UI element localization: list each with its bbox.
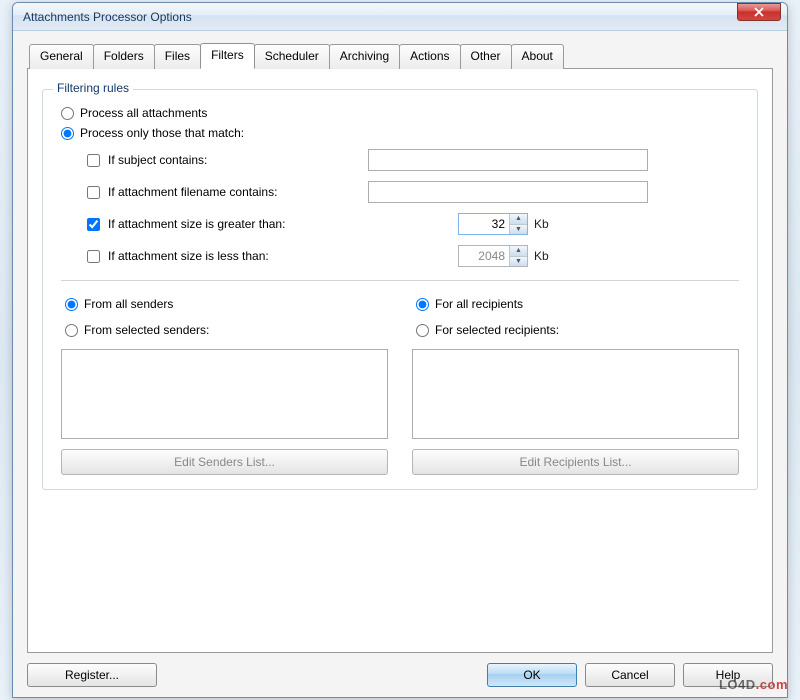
ok-button[interactable]: OK [487,663,577,687]
edit-recipients-button[interactable]: Edit Recipients List... [412,449,739,475]
divider [61,280,739,281]
titlebar[interactable]: Attachments Processor Options [13,3,787,31]
radio-all-recipients[interactable] [416,298,429,311]
tab-scheduler[interactable]: Scheduler [254,44,330,69]
radio-selected-senders-row: From selected senders: [65,323,388,337]
checkbox-size-lt-label: If attachment size is less than: [108,249,368,263]
checkbox-size-gt-label: If attachment size is greater than: [108,217,368,231]
size-gt-spinner-btns: ▲ ▼ [509,214,527,234]
radio-selected-recipients[interactable] [416,324,429,337]
watermark: LO4D.com [719,677,788,692]
cancel-button[interactable]: Cancel [585,663,675,687]
size-lt-input[interactable] [459,246,509,266]
radio-selected-senders[interactable] [65,324,78,337]
checkbox-filename[interactable] [87,186,100,199]
size-gt-input[interactable] [459,214,509,234]
radio-selected-recipients-row: For selected recipients: [416,323,739,337]
radio-selected-senders-label: From selected senders: [84,323,209,337]
radio-process-match-label: Process only those that match: [80,126,244,140]
checkbox-size-lt[interactable] [87,250,100,263]
radio-process-match[interactable] [61,127,74,140]
close-button[interactable] [737,3,781,21]
subject-input[interactable] [368,149,648,171]
tab-about[interactable]: About [511,44,564,69]
checkbox-filename-label: If attachment filename contains: [108,185,368,199]
filtering-rules-group: Filtering rules Process all attachments … [42,89,758,490]
size-lt-unit: Kb [534,249,549,263]
size-gt-spinner-wrap: ▲ ▼ Kb [458,213,549,235]
watermark-b: .com [756,677,788,692]
size-gt-down[interactable]: ▼ [510,225,527,235]
radio-selected-recipients-label: For selected recipients: [435,323,559,337]
watermark-a: LO4D [719,677,756,692]
subject-row: If subject contains: [87,148,743,172]
dialog-content: General Folders Files Filters Scheduler … [13,31,787,697]
tab-strip: General Folders Files Filters Scheduler … [29,43,773,68]
radio-all-senders-row: From all senders [65,297,388,311]
tab-filters[interactable]: Filters [200,43,255,69]
edit-senders-button[interactable]: Edit Senders List... [61,449,388,475]
dialog-window: Attachments Processor Options General Fo… [12,2,788,698]
radio-all-senders-label: From all senders [84,297,173,311]
tab-panel-filters: Filtering rules Process all attachments … [27,68,773,653]
senders-column: From all senders From selected senders: … [61,291,388,475]
size-lt-down[interactable]: ▼ [510,257,527,267]
size-gt-up[interactable]: ▲ [510,214,527,225]
tab-files[interactable]: Files [154,44,201,69]
sender-recipient-columns: From all senders From selected senders: … [57,291,743,475]
radio-all-recipients-label: For all recipients [435,297,523,311]
tab-actions[interactable]: Actions [399,44,460,69]
filename-input[interactable] [368,181,648,203]
checkbox-subject-label: If subject contains: [108,153,368,167]
radio-process-all-row: Process all attachments [61,106,743,120]
radio-process-all[interactable] [61,107,74,120]
size-gt-row: If attachment size is greater than: ▲ ▼ … [87,212,743,236]
button-bar: Register... OK Cancel Help [27,653,773,687]
register-button[interactable]: Register... [27,663,157,687]
radio-all-senders[interactable] [65,298,78,311]
checkbox-size-gt[interactable] [87,218,100,231]
filename-row: If attachment filename contains: [87,180,743,204]
size-lt-spinner-btns: ▲ ▼ [509,246,527,266]
size-lt-spinner-wrap: ▲ ▼ Kb [458,245,549,267]
close-icon [754,7,764,17]
radio-process-match-row: Process only those that match: [61,126,743,140]
tab-other[interactable]: Other [460,44,512,69]
recipients-column: For all recipients For selected recipien… [412,291,739,475]
tab-archiving[interactable]: Archiving [329,44,400,69]
size-lt-up[interactable]: ▲ [510,246,527,257]
recipients-listbox[interactable] [412,349,739,439]
size-gt-unit: Kb [534,217,549,231]
checkbox-subject[interactable] [87,154,100,167]
size-gt-spinner: ▲ ▼ [458,213,528,235]
size-lt-row: If attachment size is less than: ▲ ▼ Kb [87,244,743,268]
radio-all-recipients-row: For all recipients [416,297,739,311]
fieldset-legend: Filtering rules [53,81,133,95]
tab-folders[interactable]: Folders [93,44,155,69]
window-title: Attachments Processor Options [23,10,737,24]
radio-process-all-label: Process all attachments [80,106,207,120]
tab-general[interactable]: General [29,44,94,69]
senders-listbox[interactable] [61,349,388,439]
size-lt-spinner: ▲ ▼ [458,245,528,267]
